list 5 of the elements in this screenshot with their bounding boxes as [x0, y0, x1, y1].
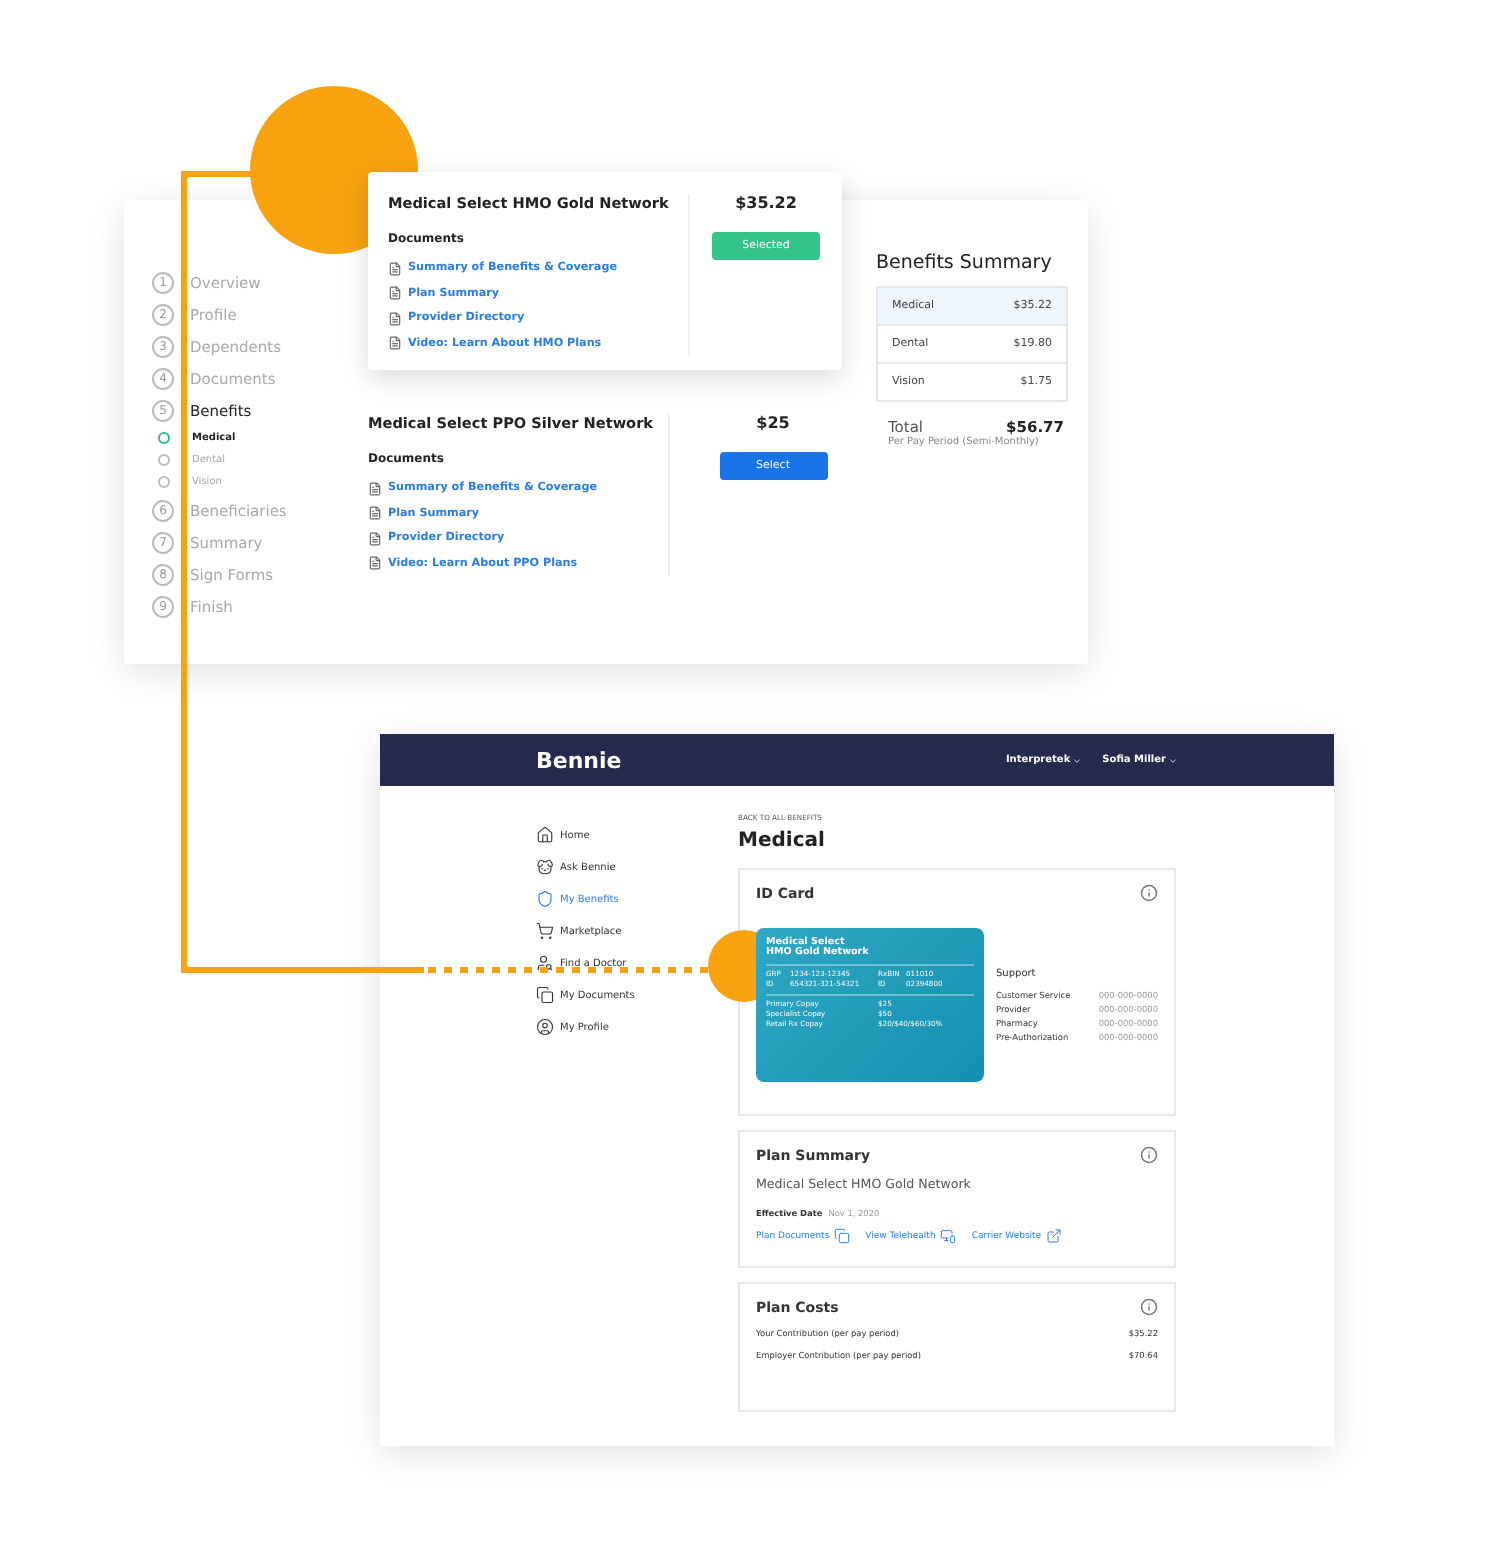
logo[interactable]: Bennie [536, 747, 622, 773]
page-title: Medical [738, 830, 827, 852]
summary-title: Benefits Summary [876, 252, 1054, 274]
plan-price: $25 [756, 414, 790, 432]
plan-price: $35.22 [735, 194, 797, 212]
